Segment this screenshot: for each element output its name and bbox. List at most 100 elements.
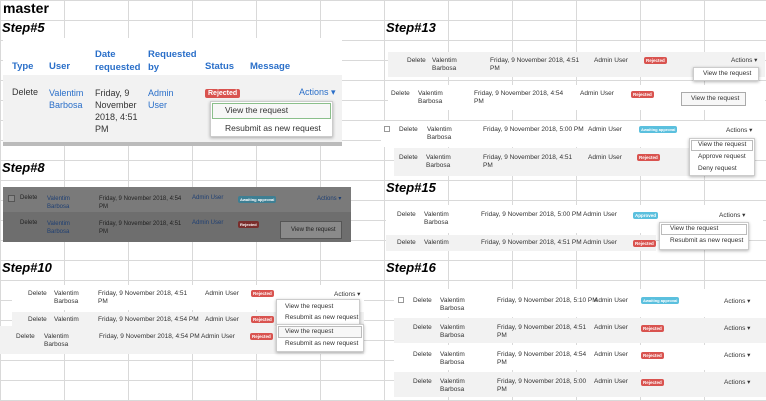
row-user[interactable]: Valentim Barbosa [432,57,464,73]
row-date: Friday, 9 November 2018, 5:00 PM [483,126,584,133]
status-badge: Rejected [251,316,274,323]
row-requested-by[interactable]: Admin User [580,90,614,97]
menu-view-request[interactable]: View the request [285,328,333,335]
menu-approve[interactable]: Approve request [698,153,746,160]
row-date: Friday, 9 November 2018, 4:54 PM [474,90,564,105]
row-checkbox[interactable] [384,126,390,132]
status-badge: Rejected [641,325,664,332]
status-badge: Rejected [238,221,259,228]
menu-view-request[interactable]: View the request [670,225,718,232]
row-user[interactable]: Valentim Barbosa [440,351,472,367]
menu-resubmit[interactable]: Resubmit as new request [285,340,358,347]
row-user[interactable]: Valentim Barbosa [44,333,76,349]
row-date: Friday, 9 November 2018, 4:54 PM [99,196,182,210]
status-badge: Awaiting approval [639,126,678,133]
row-type: Delete [413,351,432,358]
row-requested-by[interactable]: Admin User [583,239,617,246]
row-user[interactable]: Valentim Barbosa [440,324,472,340]
actions-dropdown: View the request Resubmit as new request [276,324,364,352]
status-badge: Rejected [205,89,241,98]
actions-menu[interactable]: Actions ▾ [317,195,341,202]
col-date[interactable]: Date requested [95,48,140,74]
status-badge: Rejected [641,379,664,386]
status-badge: Awaiting approval [641,297,680,304]
row-requested-by[interactable]: Admin User [583,211,617,218]
horizontal-scrollbar[interactable] [3,142,342,146]
row-requested-by[interactable]: Admin User [594,297,628,304]
actions-menu[interactable]: Actions ▾ [334,290,360,298]
actions-dropdown: View the request [280,221,342,239]
menu-view-request[interactable]: View the request [225,105,288,115]
row-type: Delete [20,195,38,201]
row-user[interactable]: Valentim Barbosa [440,297,472,313]
row-requested-by[interactable]: Admin User [588,126,622,133]
row-requested-by[interactable]: Admin User [594,324,628,331]
status-badge: Awaiting approval [238,196,277,203]
row-date: Friday, 9 November 2018, 4:54 PM [497,351,587,366]
col-user[interactable]: User [49,61,70,72]
row-user[interactable]: Valentim Barbosa [426,154,458,170]
row-user[interactable]: Valentim Barbosa [418,90,450,106]
row-user[interactable]: Valentim Barbosa [427,126,459,142]
col-type[interactable]: Type [12,61,33,72]
row-user[interactable]: Valentim Barbosa [47,195,77,211]
row-type: Delete [399,154,418,161]
actions-menu[interactable]: Actions ▾ [299,87,336,98]
row-requested-by[interactable]: Admin User [594,57,628,64]
row-checkbox[interactable] [8,195,15,202]
row-requested-by[interactable]: Admin User [148,87,183,111]
col-status[interactable]: Status [205,61,234,72]
actions-dropdown: View the request [693,67,759,81]
menu-view-request[interactable]: View the request [285,303,333,310]
row-requested-by[interactable]: Admin User [205,316,239,323]
row-user[interactable]: Valentim Barbosa [54,290,86,306]
row-date: Friday, 9 November 2018, 5:00 PM [497,378,587,393]
row-user[interactable]: Valentim Barbosa [440,378,472,394]
col-message[interactable]: Message [250,61,290,72]
menu-resubmit[interactable]: Resubmit as new request [670,237,743,244]
step10-label: Step#10 [2,260,52,275]
row-requested-by[interactable]: Admin User [201,333,235,340]
status-badge: Rejected [641,352,664,359]
menu-view-request[interactable]: View the request [703,70,751,77]
row-type: Delete [407,57,426,64]
row-requested-by[interactable]: Admin User [192,195,223,201]
col-requested-by[interactable]: Requested by [148,48,197,74]
actions-dropdown: View the request [681,92,746,106]
row-user[interactable]: Valentim Barbosa [424,211,456,227]
row-date: Friday, 9 November 2018, 4:54 PM [98,316,199,323]
row-date: Friday, 9 November 2018, 5:10 PM [497,297,598,304]
menu-resubmit[interactable]: Resubmit as new request [225,123,321,133]
menu-view-request[interactable]: View the request [291,227,336,233]
row-requested-by[interactable]: Admin User [594,351,628,358]
step5-label: Step#5 [2,20,45,35]
step5-panel: Type User Date requested Requested by St… [3,38,342,146]
actions-menu[interactable]: Actions ▾ [731,56,757,64]
menu-view-request[interactable]: View the request [698,141,746,148]
row-user[interactable]: Valentim [54,316,79,323]
row-type: Delete [20,220,38,226]
step16-label: Step#16 [386,260,436,275]
row-user[interactable]: Valentim Barbosa [47,220,77,236]
status-badge: Rejected [251,290,274,297]
row-type: Delete [12,87,39,97]
actions-menu[interactable]: Actions ▾ [726,126,752,134]
row-date: Friday, 9 November 2018, 4:51 PM [483,154,573,169]
menu-resubmit[interactable]: Resubmit as new request [285,314,358,321]
row-checkbox[interactable] [398,297,404,303]
row-user[interactable]: Valentim [424,239,449,246]
actions-menu[interactable]: Actions ▾ [719,211,745,219]
row-type: Delete [413,378,432,385]
menu-view-request[interactable]: View the request [691,95,739,102]
menu-deny[interactable]: Deny request [698,165,737,172]
actions-menu[interactable]: Actions ▾ [724,324,750,332]
row-requested-by[interactable]: Admin User [192,220,223,226]
row-type: Delete [397,211,416,218]
row-requested-by[interactable]: Admin User [205,290,239,297]
row-requested-by[interactable]: Admin User [594,378,628,385]
actions-menu[interactable]: Actions ▾ [724,297,750,305]
actions-menu[interactable]: Actions ▾ [724,378,750,386]
actions-menu[interactable]: Actions ▾ [724,351,750,359]
row-requested-by[interactable]: Admin User [588,154,622,161]
row-user[interactable]: Valentim Barbosa [49,87,89,111]
